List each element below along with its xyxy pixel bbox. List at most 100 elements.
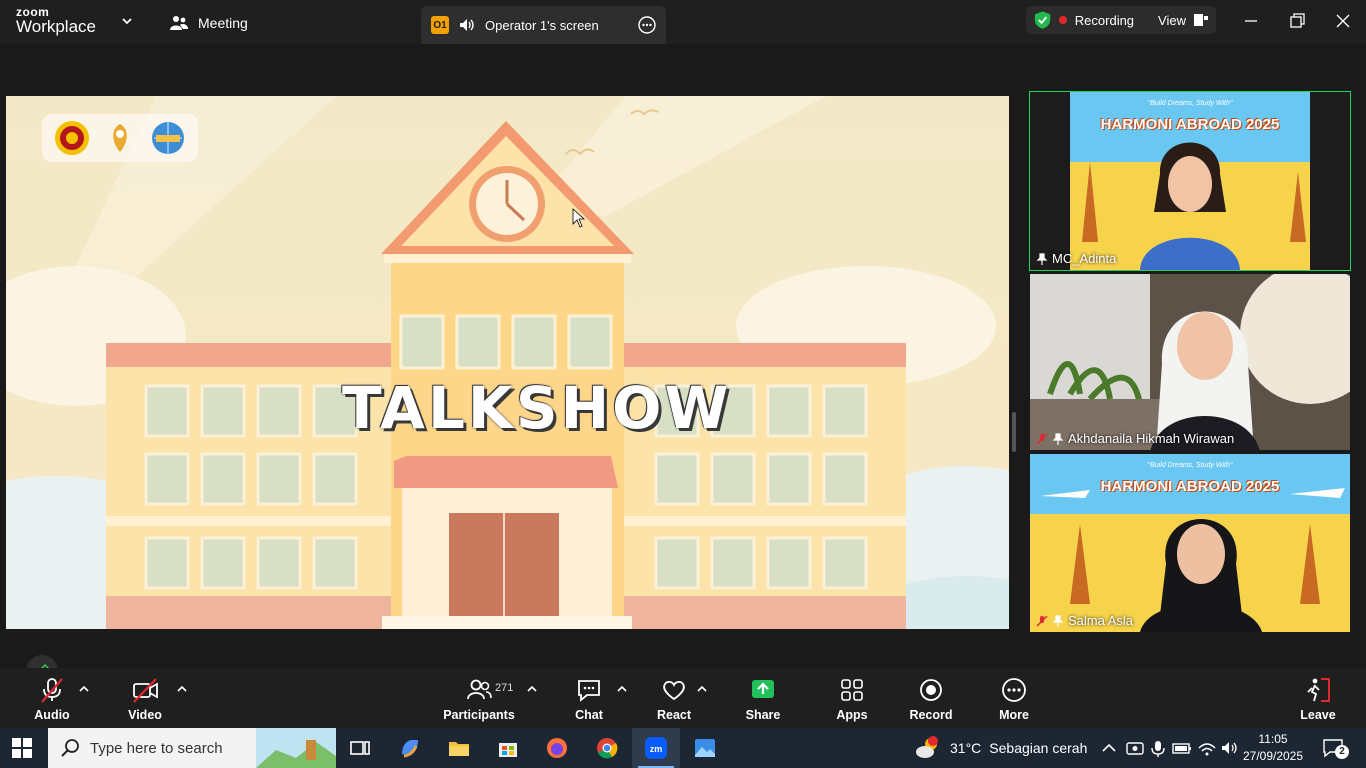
weather-sun-cloud-icon (916, 736, 938, 758)
weather-widget[interactable]: 31°C Sebagian cerah (914, 728, 1087, 768)
participants-count: 271 (495, 682, 514, 694)
search-placeholder: Type here to search (90, 739, 223, 757)
record-button[interactable]: Record (909, 676, 953, 722)
notification-count: 2 (1335, 745, 1349, 759)
panel-splitter[interactable] (1012, 412, 1016, 452)
chat-button[interactable]: Chat (572, 676, 606, 722)
close-icon[interactable] (1332, 10, 1354, 32)
meeting-tab-label: Meeting (198, 15, 248, 31)
volume-icon[interactable] (1220, 736, 1240, 760)
leave-icon (1307, 678, 1330, 702)
more-options-icon[interactable] (638, 16, 656, 34)
maximize-icon[interactable] (1286, 10, 1308, 32)
notification-center[interactable]: 2 (1322, 736, 1350, 760)
react-label: React (656, 708, 692, 722)
record-label: Record (909, 708, 953, 722)
chevron-up-icon[interactable] (527, 684, 537, 694)
harmoni-abroad-logo (152, 122, 184, 154)
video-tile[interactable]: "Build Dreams, Study With" HARMONI ABROA… (1029, 91, 1351, 271)
organization-logo (113, 124, 127, 152)
backdrop-tagline: "Build Dreams, Study With" (1147, 100, 1233, 107)
zoom-taskbar-active[interactable]: zm (632, 728, 680, 768)
screen-share-tab[interactable]: O1 Operator 1's screen (421, 6, 666, 44)
copilot-icon[interactable] (398, 736, 422, 760)
svg-text:zm: zm (650, 744, 663, 754)
zoom-workplace-logo[interactable]: zoom Workplace (16, 6, 96, 35)
recording-status[interactable]: Recording View (1026, 6, 1216, 34)
chevron-down-icon[interactable] (120, 14, 134, 28)
backdrop-tagline: "Build Dreams, Study With" (1147, 462, 1233, 469)
apps-button[interactable]: Apps (834, 676, 870, 722)
zoom-app-icon: zm (645, 737, 667, 759)
chevron-up-icon[interactable] (177, 684, 187, 694)
chevron-up-icon[interactable] (697, 684, 707, 694)
chevron-up-icon[interactable] (617, 684, 627, 694)
react-button[interactable]: React (654, 676, 694, 722)
photos-icon[interactable] (693, 736, 717, 760)
record-icon (920, 679, 942, 701)
search-highlight-image (256, 728, 336, 768)
chevron-up-icon[interactable] (1100, 736, 1118, 760)
more-label: More (999, 708, 1029, 722)
share-button[interactable]: Share (744, 676, 782, 722)
shield-check-icon (1034, 11, 1051, 29)
search-icon (61, 739, 79, 757)
shared-screen[interactable]: TALKSHOW (6, 96, 1009, 629)
pin-icon (1052, 614, 1064, 627)
backdrop-title: HARMONI ABROAD 2025 (1100, 116, 1280, 133)
chrome-icon[interactable] (595, 736, 619, 760)
microphone-tray-icon[interactable] (1149, 736, 1167, 760)
leave-label: Leave (1300, 708, 1336, 722)
leave-button[interactable]: Leave (1298, 676, 1338, 722)
audio-button[interactable]: Audio (32, 676, 72, 722)
view-label: View (1158, 12, 1186, 28)
speaker-icon (460, 19, 474, 31)
people-icon (170, 16, 188, 30)
share-screen-icon (752, 680, 774, 698)
video-tile[interactable]: Akhdanaila Hikmah Wirawan (1030, 274, 1350, 450)
clock-date: 27/09/2025 (1242, 749, 1304, 763)
participant-name: Salma Asla (1068, 613, 1134, 628)
more-button[interactable]: More (996, 676, 1032, 722)
participant-name: Akhdanaila Hikmah Wirawan (1068, 431, 1235, 446)
pin-icon (1036, 252, 1048, 265)
meeting-stage: TALKSHOW "Build Dreams, Study With" HARM… (0, 44, 1366, 687)
share-label: Share (745, 708, 781, 722)
tile-label: Akhdanaila Hikmah Wirawan (1036, 431, 1234, 446)
university-seal-logo (55, 121, 89, 155)
zoom-window: zoom Workplace Meeting O1 Operator 1's s… (0, 0, 1366, 768)
minimize-icon[interactable] (1240, 10, 1262, 32)
meeting-controls: Audio Video Participants 271 Chat React … (0, 668, 1366, 728)
video-label: Video (128, 708, 162, 722)
muted-mic-icon (1036, 614, 1048, 627)
chat-label: Chat (575, 708, 603, 722)
share-title: Operator 1's screen (485, 17, 599, 33)
microsoft-store-icon[interactable] (496, 736, 520, 760)
chevron-up-icon[interactable] (79, 684, 89, 694)
taskbar-search[interactable]: Type here to search (48, 728, 336, 768)
system-clock[interactable]: 11:05 27/09/2025 (1242, 731, 1304, 765)
video-button[interactable]: Video (124, 676, 166, 722)
task-view-icon[interactable] (348, 736, 372, 760)
wifi-icon[interactable] (1197, 736, 1217, 760)
weather-desc: Sebagian cerah (989, 740, 1088, 756)
video-tile[interactable]: "Build Dreams, Study With" HARMONI ABROA… (1030, 454, 1350, 632)
windows-start-icon[interactable] (12, 738, 32, 758)
muted-mic-icon (1036, 432, 1048, 445)
logo-line2: Workplace (16, 17, 96, 36)
participants-icon (467, 679, 492, 700)
firefox-icon[interactable] (545, 736, 569, 760)
apps-label: Apps (836, 708, 868, 722)
file-explorer-icon[interactable] (447, 736, 471, 760)
meeting-tab[interactable]: Meeting (170, 12, 248, 34)
title-bar: zoom Workplace Meeting O1 Operator 1's s… (0, 0, 1366, 44)
view-button[interactable]: View (1158, 13, 1208, 28)
battery-icon[interactable] (1172, 736, 1192, 760)
layout-icon (1194, 14, 1208, 26)
backdrop-title: HARMONI ABROAD 2025 (1100, 478, 1280, 495)
school-building-illustration (6, 96, 1009, 629)
recording-label: Recording (1074, 12, 1135, 28)
webcam-tray-icon[interactable] (1125, 736, 1145, 760)
windows-taskbar: Type here to search zm 31°C Sebagian cer… (0, 728, 1366, 768)
participant-video (1030, 274, 1350, 450)
